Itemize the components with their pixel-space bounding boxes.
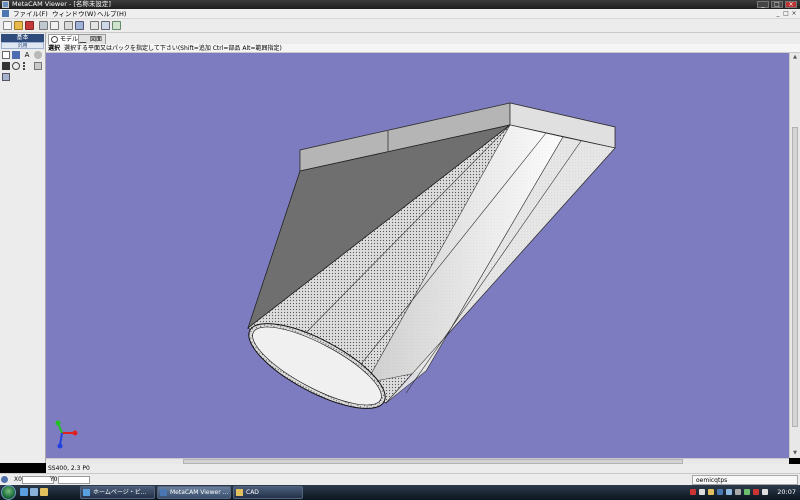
tray-security-icon[interactable] [744, 489, 750, 495]
drawing-icon [78, 36, 91, 43]
tray-device-icon[interactable] [762, 489, 768, 495]
select-icon[interactable] [101, 21, 110, 30]
document-icon[interactable] [2, 10, 9, 17]
task-cad[interactable]: CAD [233, 486, 303, 499]
tray-settings-icon[interactable] [735, 489, 741, 495]
measure-icon[interactable] [75, 21, 84, 30]
settings-icon[interactable] [34, 51, 42, 59]
instruction-message: 選択する平面又はパックを指定して下さい(Shift=追加 Ctrl=部品 Alt… [64, 45, 282, 52]
menu-help[interactable]: ヘルプ(H) [97, 9, 126, 19]
start-button[interactable] [1, 485, 16, 500]
task-homepage-label: ホームページ・ビ... [93, 489, 147, 496]
app-icon [2, 1, 9, 8]
rotate-icon[interactable] [12, 51, 20, 59]
tab-drawing-label: 図面 [90, 36, 103, 43]
tab-drawing[interactable]: 図面 [78, 34, 107, 44]
vertical-scroll-thumb[interactable] [792, 127, 798, 427]
doc-restore-button[interactable]: □ [783, 10, 789, 17]
print-icon[interactable] [39, 21, 48, 30]
layers-stack-icon[interactable] [2, 73, 10, 81]
minimize-button[interactable]: _ [757, 1, 769, 8]
tab-model-label: モデル [60, 36, 79, 43]
model-icon [51, 36, 58, 43]
model-viewport[interactable] [46, 53, 789, 458]
taskbar: ホームページ・ビ... MetaCAM Viewer ... CAD 20:07 [0, 485, 800, 500]
task-homepage[interactable]: ホームページ・ビ... [80, 486, 155, 499]
system-tray: 20:07 [690, 485, 800, 500]
print-preview-icon[interactable] [50, 21, 59, 30]
desktop-icon[interactable] [30, 488, 38, 496]
coordinate-bar: X0 Y0 oemicqtps [0, 473, 800, 485]
zoom-icon[interactable] [12, 62, 20, 70]
metacam-icon [160, 489, 167, 496]
tray-network-icon[interactable] [717, 489, 723, 495]
task-metacam-label: MetaCAM Viewer ... [170, 489, 229, 496]
doc-close-button[interactable]: × [791, 10, 797, 17]
tray-alert-icon[interactable] [690, 489, 696, 495]
ie-icon[interactable] [20, 488, 28, 496]
clock[interactable]: 20:07 [777, 485, 796, 500]
copy-icon[interactable] [64, 21, 73, 30]
menu-window[interactable]: ウィンドウ(W) [52, 9, 96, 19]
panel-subheader[interactable]: 汎用 [1, 42, 44, 49]
tray-update-icon[interactable] [753, 489, 759, 495]
task-metacam[interactable]: MetaCAM Viewer ... [157, 486, 231, 499]
task-cad-label: CAD [246, 489, 259, 496]
layer-icon[interactable] [34, 62, 42, 70]
coordinate-icon [1, 476, 8, 483]
window-title: MetaCAM Viewer - [名称未設定] [12, 0, 111, 8]
view-icon[interactable] [2, 62, 10, 70]
axis-triad [55, 420, 78, 449]
folder-icon [236, 489, 243, 496]
close-button[interactable]: × [785, 1, 797, 8]
tray-input-icon[interactable] [699, 489, 705, 495]
text-icon[interactable]: A [23, 51, 31, 59]
menu-bar: ファイル(F) ウィンドウ(W) ヘルプ(H) _ □ × [0, 9, 800, 19]
open-file-icon[interactable] [14, 21, 23, 30]
list-icon[interactable] [23, 62, 31, 70]
toolbar [0, 19, 800, 33]
scroll-up-icon[interactable]: ▲ [792, 54, 798, 60]
user-field: oemicqtps [692, 475, 798, 485]
instruction-bar: 選択 選択する平面又はパックを指定して下さい(Shift=追加 Ctrl=部品 … [46, 44, 800, 53]
panel-header[interactable]: 基本 [1, 34, 44, 42]
y-coordinate-field[interactable] [58, 476, 90, 484]
status-text: SS400, 2.3 P0 [48, 465, 90, 472]
cad-model[interactable] [46, 53, 789, 458]
vertical-scrollbar[interactable]: ▲ ▼ [789, 53, 800, 458]
menu-file[interactable]: ファイル(F) [13, 9, 48, 19]
scroll-down-icon[interactable]: ▼ [792, 450, 798, 456]
tray-volume-icon[interactable] [726, 489, 732, 495]
section-icon[interactable] [90, 21, 99, 30]
instruction-label: 選択 [48, 45, 61, 52]
folder-icon[interactable] [40, 488, 48, 496]
save-icon[interactable] [25, 21, 34, 30]
snap-icon[interactable] [112, 21, 121, 30]
pointer-icon[interactable] [2, 51, 10, 59]
view-tabs: モデル 図面 [46, 33, 800, 44]
browser-icon [83, 489, 90, 496]
doc-minimize-button[interactable]: _ [775, 10, 781, 17]
tool-panel: 基本 汎用 A [0, 33, 46, 463]
maximize-button[interactable]: □ [771, 1, 783, 8]
new-file-icon[interactable] [3, 21, 12, 30]
tab-model[interactable]: モデル [48, 34, 83, 44]
status-bar: SS400, 2.3 P0 [46, 464, 800, 473]
tray-folder-icon[interactable] [708, 489, 714, 495]
title-bar: MetaCAM Viewer - [名称未設定] _ □ × [0, 0, 800, 9]
